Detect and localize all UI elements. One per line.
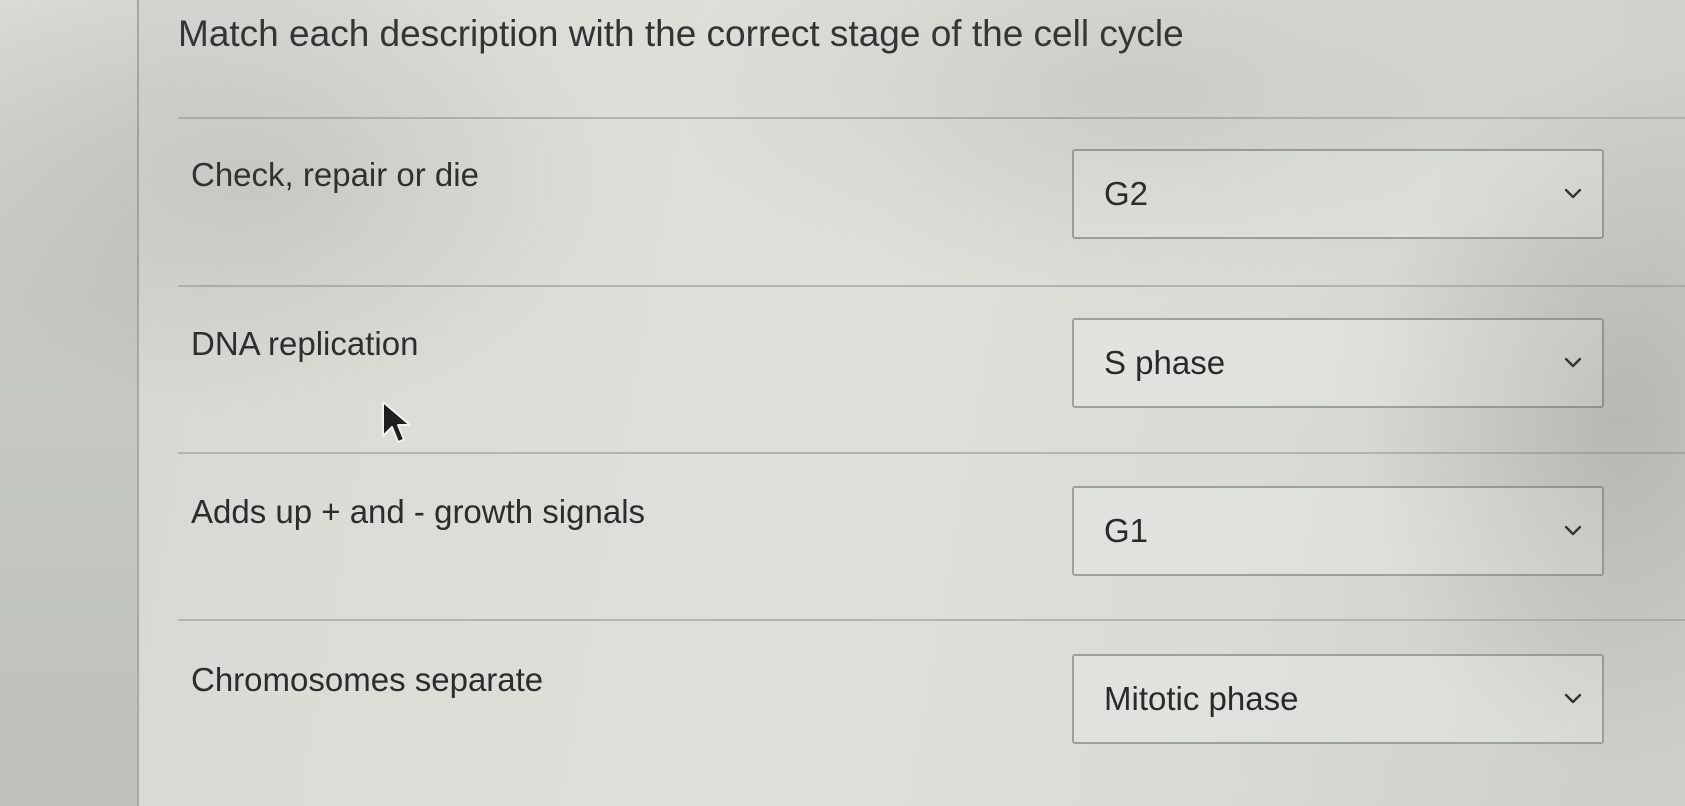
stage-select[interactable]: G1 [1072,486,1604,576]
question-title: Match each description with the correct … [178,13,1184,54]
left-margin-strip [0,0,137,806]
selected-stage: S phase [1104,344,1226,381]
description-label: Chromosomes separate [191,661,544,698]
chevron-down-icon [1564,525,1582,536]
stage-select[interactable]: Mitotic phase [1072,654,1604,744]
selected-stage: G1 [1104,512,1149,549]
divider [178,285,1685,287]
stage-select[interactable]: G2 [1072,149,1604,239]
divider [178,452,1685,454]
selected-stage: G2 [1104,175,1149,212]
left-margin-border [137,0,139,806]
selected-stage: Mitotic phase [1104,680,1299,717]
description-label: DNA replication [191,325,419,362]
chevron-down-icon [1564,188,1582,199]
divider [178,117,1685,119]
divider [178,619,1685,621]
chevron-down-icon [1564,693,1582,704]
mouse-cursor-icon [382,401,411,443]
description-label: Check, repair or die [191,156,479,193]
match-row: Chromosomes separate Mitotic phase [178,654,1685,754]
chevron-down-icon [1564,357,1582,368]
match-row: Adds up + and - growth signals G1 [178,486,1685,586]
stage-select[interactable]: S phase [1072,318,1604,408]
description-label: Adds up + and - growth signals [191,493,646,530]
match-row: Check, repair or die G2 [178,149,1685,249]
